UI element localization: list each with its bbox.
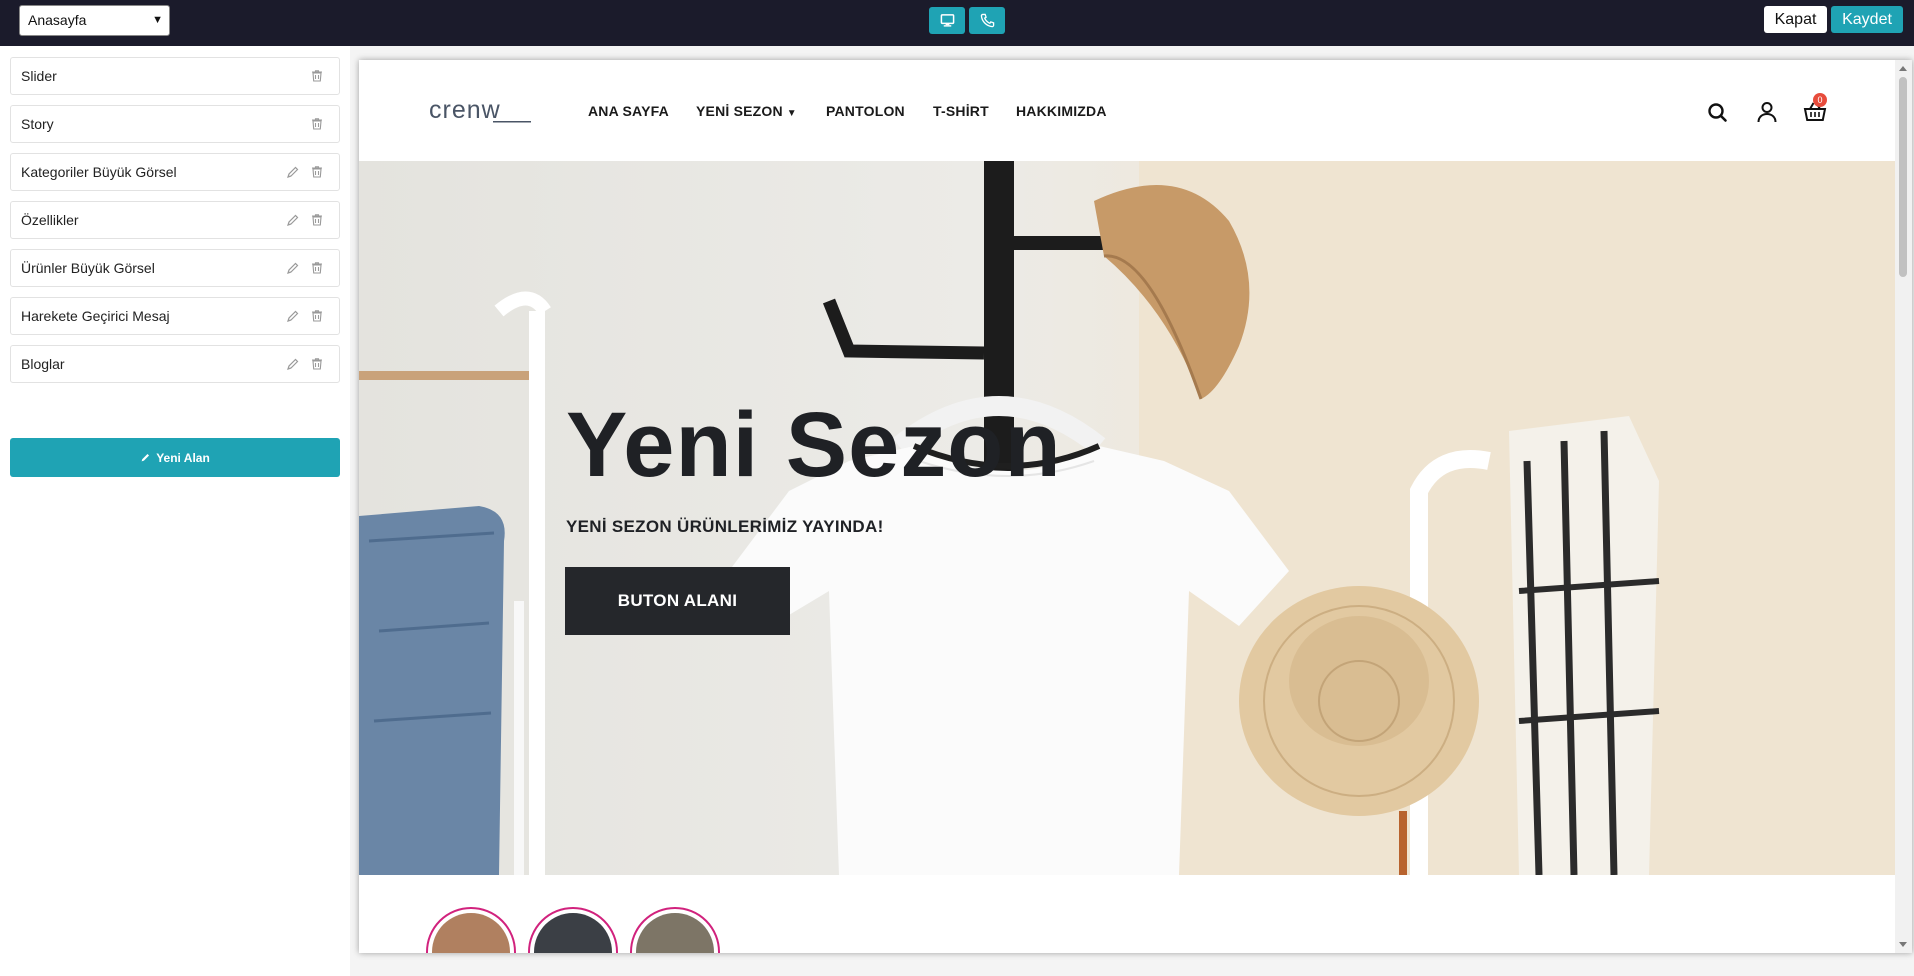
section-label: Ürünler Büyük Görsel <box>21 260 155 276</box>
hero-slider: Yeni Sezon YENİ SEZON ÜRÜNLERİMİZ YAYIND… <box>359 161 1895 875</box>
logo-mark: crenw <box>429 96 531 124</box>
page-select[interactable]: Anasayfa ▼ <box>19 5 170 36</box>
section-label: Bloglar <box>21 356 65 372</box>
svg-text:crenw: crenw <box>429 98 501 124</box>
new-area-button[interactable]: Yeni Alan <box>10 438 340 477</box>
chevron-down-icon: ▼ <box>152 14 163 26</box>
nav-label: YENİ SEZON <box>696 103 783 119</box>
section-label: Harekete Geçirici Mesaj <box>21 308 170 324</box>
desktop-view-button[interactable] <box>929 7 965 34</box>
scroll-down-icon[interactable] <box>1899 942 1907 947</box>
section-label: Kategoriler Büyük Görsel <box>21 164 177 180</box>
save-button[interactable]: Kaydet <box>1831 6 1903 33</box>
section-label: Slider <box>21 68 57 84</box>
section-item-story[interactable]: Story <box>10 105 340 143</box>
page-select-value: Anasayfa <box>28 12 87 28</box>
cart-count-badge: 0 <box>1813 93 1827 107</box>
trash-icon[interactable] <box>310 117 324 131</box>
story-row <box>359 875 1895 953</box>
phone-icon <box>980 13 994 28</box>
trash-icon[interactable] <box>310 309 324 323</box>
section-item-kategoriler[interactable]: Kategoriler Büyük Görsel <box>10 153 340 191</box>
section-item-slider[interactable]: Slider <box>10 57 340 95</box>
pencil-icon[interactable] <box>286 213 300 227</box>
preview-scrollbar[interactable] <box>1895 60 1912 953</box>
site-logo[interactable]: crenw <box>429 96 533 129</box>
trash-icon[interactable] <box>310 165 324 179</box>
nav-ana-sayfa[interactable]: ANA SAYFA <box>588 103 669 119</box>
close-button[interactable]: Kapat <box>1764 6 1827 33</box>
hero-subtitle: YENİ SEZON ÜRÜNLERİMİZ YAYINDA! <box>566 517 884 536</box>
pencil-icon[interactable] <box>286 309 300 323</box>
pencil-icon[interactable] <box>286 261 300 275</box>
section-label: Özellikler <box>21 212 79 228</box>
section-label: Story <box>21 116 54 132</box>
mobile-view-button[interactable] <box>969 7 1005 34</box>
nav-tshirt[interactable]: T-SHİRT <box>933 103 989 119</box>
pencil-icon[interactable] <box>286 165 300 179</box>
site-header: crenw ANA SAYFA YENİ SEZON ▼ PANTOLON T-S… <box>359 60 1895 161</box>
hero-cta-button[interactable]: BUTON ALANI <box>565 567 790 635</box>
nav-yeni-sezon[interactable]: YENİ SEZON ▼ <box>696 103 797 119</box>
scroll-up-icon[interactable] <box>1899 66 1907 71</box>
new-area-label: Yeni Alan <box>156 450 210 465</box>
search-icon[interactable] <box>1706 100 1730 124</box>
trash-icon[interactable] <box>310 213 324 227</box>
pencil-icon[interactable] <box>286 357 300 371</box>
site-preview-frame: crenw ANA SAYFA YENİ SEZON ▼ PANTOLON T-S… <box>359 60 1912 953</box>
section-item-ozellikler[interactable]: Özellikler <box>10 201 340 239</box>
nav-hakkimizda[interactable]: HAKKIMIZDA <box>1016 103 1107 119</box>
section-item-bloglar[interactable]: Bloglar <box>10 345 340 383</box>
section-item-urunler[interactable]: Ürünler Büyük Görsel <box>10 249 340 287</box>
monitor-icon <box>940 14 954 27</box>
nav-pantolon[interactable]: PANTOLON <box>826 103 905 119</box>
editor-toolbar: Anasayfa ▼ Kapat Kaydet <box>0 0 1914 46</box>
scrollbar-thumb[interactable] <box>1899 77 1907 277</box>
trash-icon[interactable] <box>310 261 324 275</box>
pencil-icon <box>141 453 150 462</box>
user-icon[interactable] <box>1755 100 1779 124</box>
hero-title: Yeni Sezon <box>566 394 1062 496</box>
sections-sidebar: Slider Story Kategoriler Büyük Görsel Öz… <box>0 46 350 976</box>
section-item-harekete[interactable]: Harekete Geçirici Mesaj <box>10 297 340 335</box>
trash-icon[interactable] <box>310 357 324 371</box>
trash-icon[interactable] <box>310 69 324 83</box>
caret-down-icon: ▼ <box>786 108 797 119</box>
